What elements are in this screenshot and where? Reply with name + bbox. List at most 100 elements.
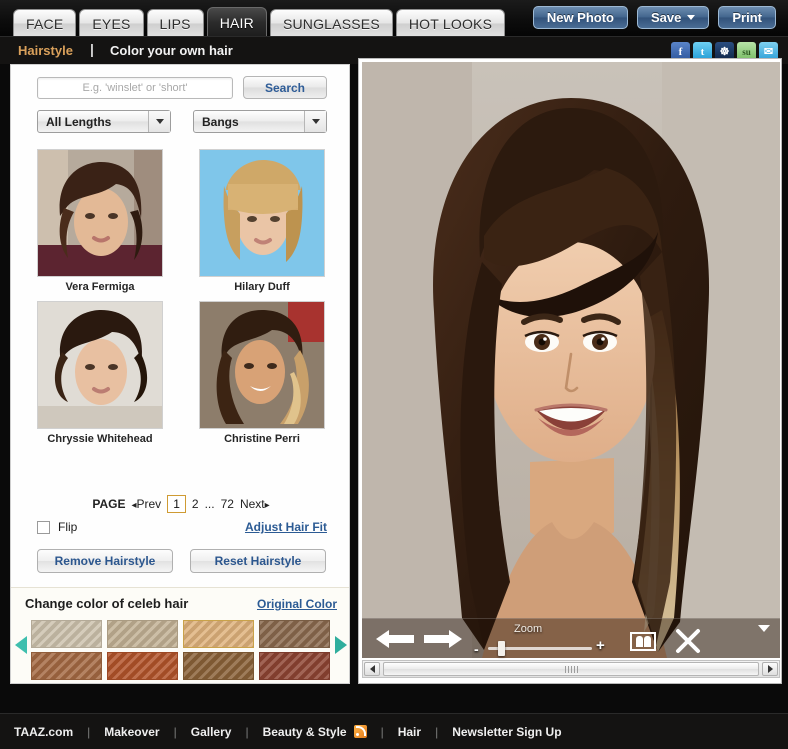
color-swatch-0[interactable] <box>31 620 102 648</box>
swatch-row <box>31 620 331 648</box>
length-select[interactable]: All Lengths <box>37 110 171 133</box>
pagination: PAGE ◂Prev 1 2 ... 72 Next▸ <box>11 495 349 513</box>
reset-hairstyle-button[interactable]: Reset Hairstyle <box>190 549 326 573</box>
previous-arrow-icon[interactable] <box>376 630 414 653</box>
scroll-left-button[interactable] <box>364 662 380 676</box>
color-swatch-2[interactable] <box>183 620 254 648</box>
hairstyle-thumbnail-hilary-duff[interactable] <box>199 149 325 277</box>
search-row: Search <box>37 76 327 99</box>
hair-color-section: Change color of celeb hair Original Colo… <box>11 587 349 683</box>
collapse-toolbar-icon[interactable] <box>758 625 770 632</box>
hairstyle-grid: Vera Fermiga Hilary Duff Chryssie Whiteh… <box>37 149 327 453</box>
remove-hairstyle-button[interactable]: Remove Hairstyle <box>37 549 173 573</box>
tab-lips-label: LIPS <box>159 15 191 32</box>
filter-row: All Lengths Bangs <box>37 110 327 133</box>
footer-link-newsletter[interactable]: Newsletter Sign Up <box>452 725 561 739</box>
gallery-item: Christine Perri <box>199 301 325 445</box>
scrollbar-thumb[interactable] <box>383 662 759 676</box>
new-photo-button[interactable]: New Photo <box>532 6 628 29</box>
pagination-next[interactable]: Next▸ <box>240 497 270 511</box>
bangs-select-value: Bangs <box>202 114 239 129</box>
color-section-title: Change color of celeb hair <box>25 596 189 611</box>
chevron-down-icon <box>687 15 696 20</box>
color-swatch-4[interactable] <box>31 652 102 680</box>
compare-faces-icon[interactable] <box>630 632 656 651</box>
pagination-prev[interactable]: ◂Prev <box>131 497 161 511</box>
footer-link-beauty-style[interactable]: Beauty & Style <box>263 725 347 739</box>
search-button[interactable]: Search <box>243 76 327 99</box>
triangle-right-icon: ▸ <box>264 500 270 511</box>
color-swatch-5[interactable] <box>107 652 178 680</box>
stumbleupon-glyph: su <box>742 46 751 57</box>
breadcrumb-hairstyle[interactable]: Hairstyle <box>18 43 73 58</box>
flip-label: Flip <box>58 520 78 534</box>
zoom-slider-handle[interactable] <box>498 641 505 656</box>
photo-overlay-toolbar: Zoom - + <box>362 618 780 658</box>
app-root: FACE EYES LIPS HAIR SUNGLASSES HOT LOOKS… <box>0 0 788 749</box>
hairstyle-name: Chryssie Whitehead <box>47 433 153 445</box>
adjust-hair-fit-link[interactable]: Adjust Hair Fit <box>245 520 327 534</box>
zoom-in-button[interactable]: + <box>596 637 605 654</box>
flip-checkbox[interactable] <box>37 520 50 534</box>
tab-face-label: FACE <box>26 15 64 32</box>
footer-separator: | <box>173 724 177 739</box>
close-icon[interactable] <box>675 628 701 659</box>
top-navigation-bar: FACE EYES LIPS HAIR SUNGLASSES HOT LOOKS… <box>0 0 788 37</box>
tab-face[interactable]: FACE <box>13 9 77 37</box>
tab-lips[interactable]: LIPS <box>146 9 204 37</box>
footer-link-taaz[interactable]: TAAZ.com <box>14 725 73 739</box>
bangs-select[interactable]: Bangs <box>193 110 327 133</box>
breadcrumb-separator: | <box>90 41 94 57</box>
pagination-prev-label: Prev <box>136 497 162 511</box>
swatch-scroll-left-icon[interactable] <box>15 636 27 654</box>
tab-hair-label: HAIR <box>219 14 254 31</box>
swatch-scroll-right-icon[interactable] <box>335 636 347 654</box>
page-title: Color your own hair <box>110 43 233 58</box>
tab-hair[interactable]: HAIR <box>206 7 267 37</box>
scroll-right-button[interactable] <box>762 662 778 676</box>
tab-hot-looks-label: HOT LOOKS <box>408 15 493 32</box>
footer-bar: TAAZ.com | Makeover | Gallery | Beauty &… <box>0 713 788 749</box>
search-input[interactable] <box>37 76 233 99</box>
next-arrow-icon[interactable] <box>424 630 462 653</box>
flip-row: Flip Adjust Hair Fit <box>37 520 327 534</box>
footer-separator: | <box>245 724 249 739</box>
grip-line <box>576 665 578 673</box>
tab-sunglasses[interactable]: SUNGLASSES <box>269 9 393 37</box>
footer-separator: | <box>87 724 91 739</box>
save-button[interactable]: Save <box>637 6 710 29</box>
original-color-link[interactable]: Original Color <box>257 597 337 611</box>
zoom-out-button[interactable]: - <box>474 641 479 657</box>
photo-horizontal-scrollbar[interactable] <box>362 660 780 678</box>
print-button[interactable]: Print <box>718 6 776 29</box>
chevron-down-icon <box>304 111 326 132</box>
top-action-buttons: New Photo Save Print <box>532 6 776 29</box>
color-swatch-6[interactable] <box>183 652 254 680</box>
footer-link-hair[interactable]: Hair <box>398 725 421 739</box>
hairstyle-action-buttons: Remove Hairstyle Reset Hairstyle <box>37 549 327 573</box>
tab-eyes[interactable]: EYES <box>79 9 144 37</box>
pagination-page-2[interactable]: 2 <box>192 497 199 511</box>
grip-line <box>567 665 569 673</box>
color-swatch-7[interactable] <box>259 652 330 680</box>
photo-preview-panel: Zoom - + <box>358 58 782 684</box>
tab-eyes-label: EYES <box>92 15 131 32</box>
pagination-page-72[interactable]: 72 <box>221 497 234 511</box>
hairstyle-thumbnail-chryssie-whitehead[interactable] <box>37 301 163 429</box>
footer-separator: | <box>435 724 439 739</box>
gallery-item: Vera Fermiga <box>37 149 163 293</box>
swatch-row <box>31 652 331 680</box>
hairstyle-thumbnail-christine-perri[interactable] <box>199 301 325 429</box>
tab-hot-looks[interactable]: HOT LOOKS <box>395 9 506 37</box>
pagination-page-1[interactable]: 1 <box>167 495 186 513</box>
color-swatch-3[interactable] <box>259 620 330 648</box>
footer-link-gallery[interactable]: Gallery <box>191 725 232 739</box>
grip-line <box>564 665 566 673</box>
rss-icon[interactable] <box>353 725 367 738</box>
footer-link-makeover[interactable]: Makeover <box>104 725 159 739</box>
tab-sunglasses-label: SUNGLASSES <box>282 15 380 32</box>
hairstyle-thumbnail-vera-fermiga[interactable] <box>37 149 163 277</box>
user-photo[interactable] <box>362 62 780 658</box>
myspace-glyph: ☸ <box>719 46 730 58</box>
color-swatch-1[interactable] <box>107 620 178 648</box>
